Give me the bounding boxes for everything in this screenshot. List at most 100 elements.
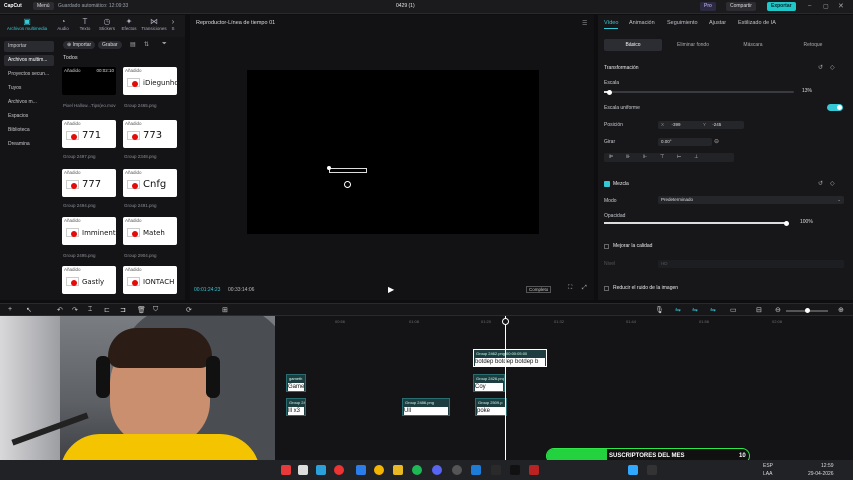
shield-icon[interactable]: ⛉: [153, 306, 158, 314]
app-icon[interactable]: [491, 465, 501, 475]
zoom-fit-icon[interactable]: ⊟: [756, 306, 762, 314]
magnet-icon[interactable]: ⇋: [692, 306, 698, 314]
export-button[interactable]: Exportar: [767, 2, 796, 11]
sidebar-item-import[interactable]: Importar: [4, 41, 54, 52]
timeline[interactable]: 00:56 01:08 01:20 01:32 01:44 01:56 02:0…: [275, 316, 853, 460]
timeline-clip[interactable]: Group 2509.p poke: [475, 398, 507, 416]
app-icon[interactable]: [471, 465, 481, 475]
tab-animation[interactable]: Animación: [629, 20, 655, 26]
tab-audio[interactable]: ◔ Audio: [52, 17, 74, 31]
redo-icon[interactable]: ↷: [72, 306, 78, 314]
media-item[interactable]: Añadido 773: [123, 120, 177, 148]
pro-button[interactable]: Pro: [700, 2, 716, 11]
clock-time[interactable]: 12:59: [821, 463, 834, 469]
level-dropdown[interactable]: HD: [658, 260, 844, 268]
tab-adjust[interactable]: Ajustar: [709, 20, 726, 26]
play-icon[interactable]: ▶: [388, 285, 394, 294]
sidebar-item-projects[interactable]: Proyectos secun...: [4, 69, 54, 80]
playhead[interactable]: [505, 316, 506, 460]
preview-canvas[interactable]: [247, 70, 539, 234]
player-menu-icon[interactable]: ☰: [582, 20, 587, 27]
uniform-scale-toggle[interactable]: [827, 104, 843, 111]
scale-slider-knob[interactable]: [607, 89, 613, 95]
split-icon[interactable]: ⌶: [88, 306, 92, 314]
zoom-in-icon[interactable]: ⊕: [838, 306, 844, 314]
record-button[interactable]: Grabar: [98, 41, 122, 49]
media-item[interactable]: Añadido Gastly: [62, 266, 116, 294]
add-track-icon[interactable]: +: [8, 306, 12, 313]
selection-box[interactable]: [329, 168, 367, 173]
opacity-slider-knob[interactable]: [783, 220, 789, 226]
tab-video[interactable]: Vídeo: [604, 20, 618, 26]
tab-stickers[interactable]: ◷ Stickers: [96, 17, 118, 31]
ratio-button[interactable]: Completo: [526, 286, 552, 293]
scale-value[interactable]: 13%: [802, 88, 812, 94]
delete-icon[interactable]: 🗑: [137, 306, 146, 314]
select-tool-icon[interactable]: ↖: [26, 306, 32, 314]
tab-more[interactable]: › S: [168, 17, 178, 31]
blend-keyframe-icon[interactable]: ◇: [830, 180, 835, 187]
minimize-icon[interactable]: –: [808, 3, 811, 9]
media-item[interactable]: Añadido IONTACH: [123, 266, 177, 294]
subtab-retouch[interactable]: Retoque: [784, 39, 842, 51]
photoshop-icon[interactable]: [628, 465, 638, 475]
media-item[interactable]: Añadido Mateh: [123, 217, 177, 245]
position-y-field[interactable]: Y -245: [700, 121, 744, 129]
menu-button[interactable]: Menú: [33, 2, 54, 10]
mode-dropdown[interactable]: Predeterminado ⌄: [658, 196, 844, 204]
timeline-clip[interactable]: Group 24 lll x3: [286, 398, 306, 416]
maximize-icon[interactable]: ▢: [823, 3, 829, 10]
media-item[interactable]: Añadido Cnfg: [123, 169, 177, 197]
playhead-handle[interactable]: [502, 318, 509, 325]
snap-icon[interactable]: ⇋: [710, 306, 716, 314]
improve-checkbox[interactable]: [604, 244, 609, 249]
microphone-icon[interactable]: 🎙: [655, 306, 664, 314]
app-icon[interactable]: [647, 465, 657, 475]
view-icon[interactable]: ▤: [130, 41, 136, 48]
align-center-icon[interactable]: ⊪: [626, 154, 630, 160]
align-middle-icon[interactable]: ⊢: [677, 154, 681, 160]
keyframe-icon[interactable]: ◇: [830, 64, 835, 71]
capcut-icon[interactable]: [510, 465, 520, 475]
app-icon[interactable]: [298, 465, 308, 475]
sidebar-item-yours[interactable]: Tuyos: [4, 83, 54, 94]
chrome-icon[interactable]: [374, 465, 384, 475]
tab-media[interactable]: ▣ Archivos multimedia: [4, 17, 50, 31]
tab-ai-style[interactable]: Estilizado de IA: [738, 20, 776, 26]
zoom-slider[interactable]: [786, 308, 828, 313]
loop-icon[interactable]: ⟳: [186, 306, 192, 314]
align-left-icon[interactable]: ⊫: [609, 154, 613, 160]
reset-icon[interactable]: ↺: [818, 64, 823, 71]
zoom-slider-knob[interactable]: [805, 308, 810, 313]
align-bottom-icon[interactable]: ⊥: [694, 154, 698, 160]
sidebar-item-spaces[interactable]: Espacios: [4, 111, 54, 122]
app-icon[interactable]: [281, 465, 291, 475]
scale-slider[interactable]: [604, 89, 794, 95]
crop-icon[interactable]: ⊞: [222, 306, 228, 314]
media-item[interactable]: Añadido 771: [62, 120, 116, 148]
fullscreen-icon[interactable]: ⤢: [582, 285, 587, 292]
resize-handle[interactable]: [327, 166, 331, 170]
align-right-icon[interactable]: ⊩: [643, 154, 647, 160]
media-item[interactable]: Añadido 00:02:10: [62, 67, 116, 95]
folder-icon[interactable]: [393, 465, 403, 475]
align-top-icon[interactable]: ⊤: [660, 154, 664, 160]
timeline-clip[interactable]: Group 2486.png Ull: [402, 398, 450, 416]
language-indicator[interactable]: ESP: [763, 463, 773, 469]
flip-icon[interactable]: ⊖: [714, 138, 719, 145]
sidebar-item-media[interactable]: Archivos multim...: [4, 55, 54, 66]
import-button[interactable]: ⊕ Importar: [63, 41, 96, 49]
sort-icon[interactable]: ⇅: [144, 41, 149, 48]
app-icon[interactable]: [452, 465, 462, 475]
undo-icon[interactable]: ↶: [57, 306, 63, 314]
app-icon[interactable]: [529, 465, 539, 475]
app-icon[interactable]: [334, 465, 344, 475]
timeline-clip-selected[interactable]: Group 2462.png 00:00:05:00 botdep botdep …: [473, 349, 547, 367]
close-icon[interactable]: ✕: [838, 2, 844, 10]
filter-icon[interactable]: ⏷: [162, 41, 167, 48]
sidebar-item-files[interactable]: Archivos m...: [4, 97, 54, 108]
subtab-remove-bg[interactable]: Eliminar fondo: [664, 39, 722, 51]
blend-reset-icon[interactable]: ↺: [818, 180, 823, 187]
opacity-slider[interactable]: [604, 220, 789, 226]
timeline-clip[interactable]: Group 2426.png Coy: [473, 374, 505, 392]
